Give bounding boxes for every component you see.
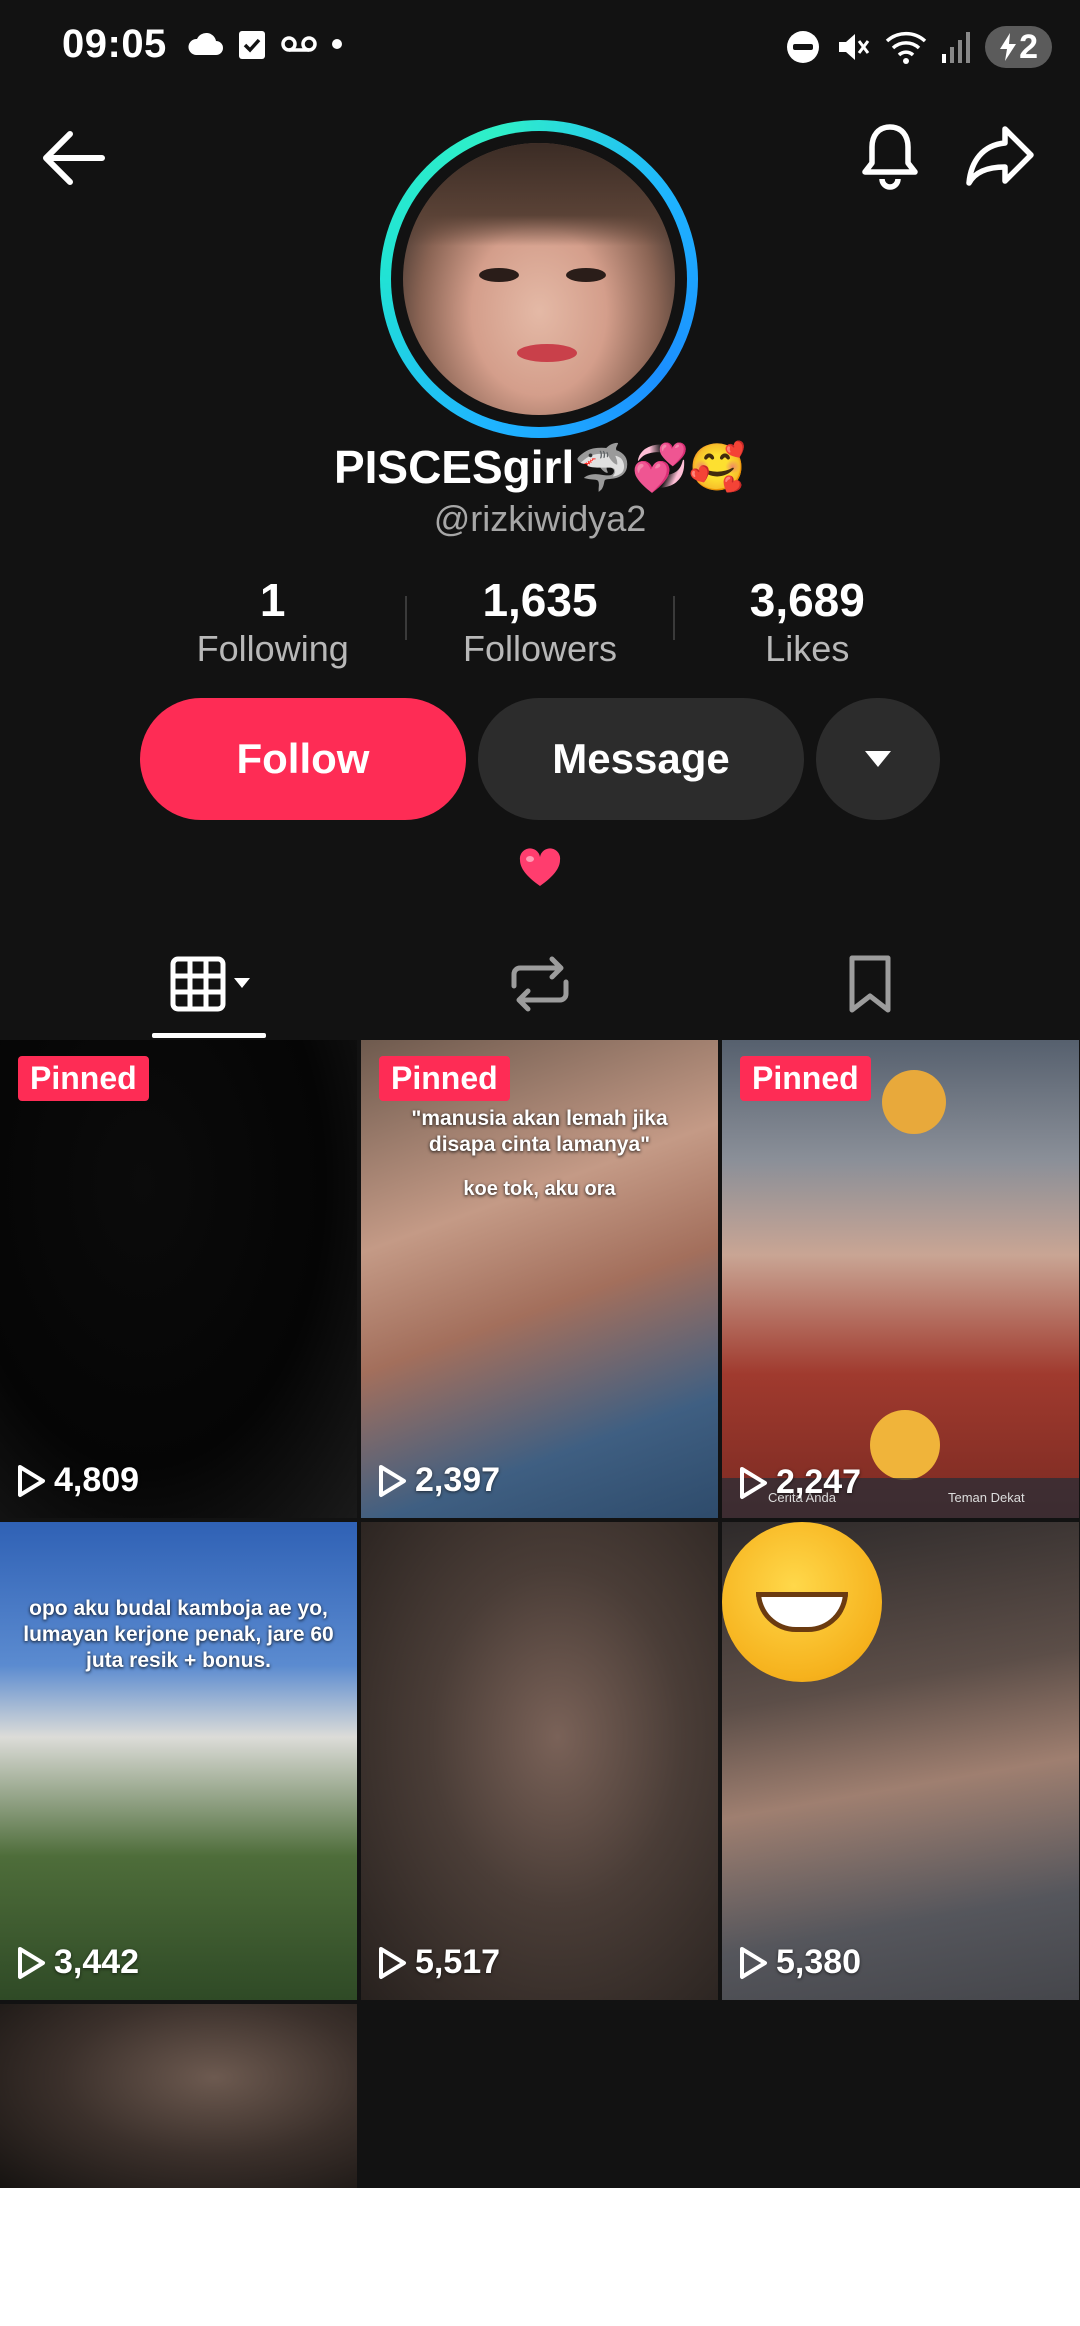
stat-followers[interactable]: 1,635 Followers: [407, 572, 672, 672]
view-count: 5,517: [377, 1943, 500, 1982]
avatar-photo: [403, 143, 675, 415]
bell-icon: [862, 124, 918, 190]
stat-label: Followers: [462, 628, 618, 669]
caret-down-icon: [865, 751, 891, 767]
bio-heart: [518, 848, 562, 892]
charging-bolt-icon: [1000, 33, 1017, 61]
video-tile[interactable]: Pinned Cerita Anda Teman Dekat 2,247: [722, 1040, 1079, 1518]
view-count-value: 3,442: [54, 1943, 140, 1981]
play-icon: [740, 1946, 767, 1979]
view-count: 2,247: [738, 1463, 861, 1502]
view-count: 3,442: [16, 1943, 139, 1982]
tab-saved[interactable]: [755, 930, 985, 1038]
profile-screen: 09:05 2 PISCESgirl🦈💞🥰 @rizkiwidya2 1 Fol…: [0, 0, 1080, 2188]
mute-icon: [839, 34, 870, 60]
more-notifications-dot: [332, 39, 342, 49]
video-tile[interactable]: 5,517: [361, 1522, 718, 2000]
story-label-right: Teman Dekat: [948, 1490, 1025, 1505]
view-count-value: 2,247: [776, 1463, 862, 1501]
stat-label: Likes: [765, 628, 850, 669]
battery-indicator: 2: [985, 26, 1052, 68]
signal-icon: [942, 32, 971, 63]
notifications-button[interactable]: [852, 116, 928, 196]
active-tab-indicator: [152, 1033, 266, 1038]
videos-grid-icon: [170, 956, 250, 1012]
view-count-value: 5,380: [776, 1943, 862, 1981]
share-arrow-icon: [966, 126, 1034, 186]
arrow-left-icon: [43, 131, 105, 185]
do-not-disturb-icon: [787, 31, 820, 63]
video-tile[interactable]: opo aku budal kamboja ae yo, lumayan ker…: [0, 1522, 357, 2000]
video-tile[interactable]: Pinned "manusia akan lemah jika disapa c…: [361, 1040, 718, 1518]
battery-level: 2: [1019, 27, 1038, 66]
stat-value: 1: [259, 574, 286, 626]
status-time: 09:05: [62, 22, 167, 66]
play-icon: [18, 1464, 45, 1497]
video-tile[interactable]: [0, 2004, 357, 2188]
stat-value: 3,689: [749, 574, 865, 626]
profile-tabs: [0, 930, 1080, 1038]
view-count-value: 5,517: [415, 1943, 501, 1981]
video-caption: opo aku budal kamboja ae yo, lumayan ker…: [23, 1597, 334, 1672]
back-button[interactable]: [36, 120, 112, 196]
view-count-value: 4,809: [54, 1461, 140, 1499]
status-system-icons: 2: [785, 26, 1052, 68]
repost-icon: [511, 956, 569, 1012]
status-bar: 09:05 2: [0, 0, 1080, 100]
video-tile[interactable]: 5,380: [722, 1522, 1079, 2000]
video-caption: "manusia akan lemah jika disapa cinta la…: [411, 1107, 668, 1156]
play-icon: [379, 1946, 406, 1979]
view-count: 2,397: [377, 1461, 500, 1500]
voicemail-icon: [281, 36, 317, 52]
pinned-badge: Pinned: [379, 1056, 510, 1101]
display-name: PISCESgirl🦈💞🥰: [333, 441, 747, 493]
wifi-icon: [885, 31, 927, 64]
status-notification-icons: [186, 28, 342, 60]
profile-stats: 1 Following 1,635 Followers 3,689 Likes: [140, 572, 940, 672]
suggested-accounts-button[interactable]: [816, 698, 940, 820]
play-icon: [18, 1946, 45, 1979]
view-count-value: 2,397: [415, 1461, 501, 1499]
play-icon: [379, 1464, 406, 1497]
message-button[interactable]: Message: [478, 698, 804, 820]
video-tile[interactable]: Pinned 4,809: [0, 1040, 357, 1518]
play-icon: [740, 1466, 767, 1499]
view-count: 5,380: [738, 1943, 861, 1982]
stat-value: 1,635: [482, 574, 598, 626]
sunglasses-emoji: [870, 1410, 940, 1480]
tab-reposts[interactable]: [425, 930, 655, 1038]
follow-button[interactable]: Follow: [140, 698, 466, 820]
stat-label: Following: [196, 628, 349, 669]
bookmark-icon: [849, 955, 891, 1013]
video-caption-secondary: koe tok, aku ora: [463, 1178, 616, 1200]
tab-videos[interactable]: [100, 930, 330, 1038]
view-count: 4,809: [16, 1461, 139, 1500]
pinned-badge: Pinned: [18, 1056, 149, 1101]
pinned-badge: Pinned: [740, 1056, 871, 1101]
avatar[interactable]: [380, 120, 698, 438]
sticker-emoji: [882, 1070, 946, 1134]
username-handle: @rizkiwidya2: [433, 498, 647, 539]
cloud-icon: [188, 32, 223, 55]
stat-likes[interactable]: 3,689 Likes: [675, 572, 940, 672]
share-button[interactable]: [960, 118, 1040, 194]
checkbox-icon: [239, 31, 265, 59]
stat-following[interactable]: 1 Following: [140, 572, 405, 672]
heart-icon: [519, 848, 561, 886]
